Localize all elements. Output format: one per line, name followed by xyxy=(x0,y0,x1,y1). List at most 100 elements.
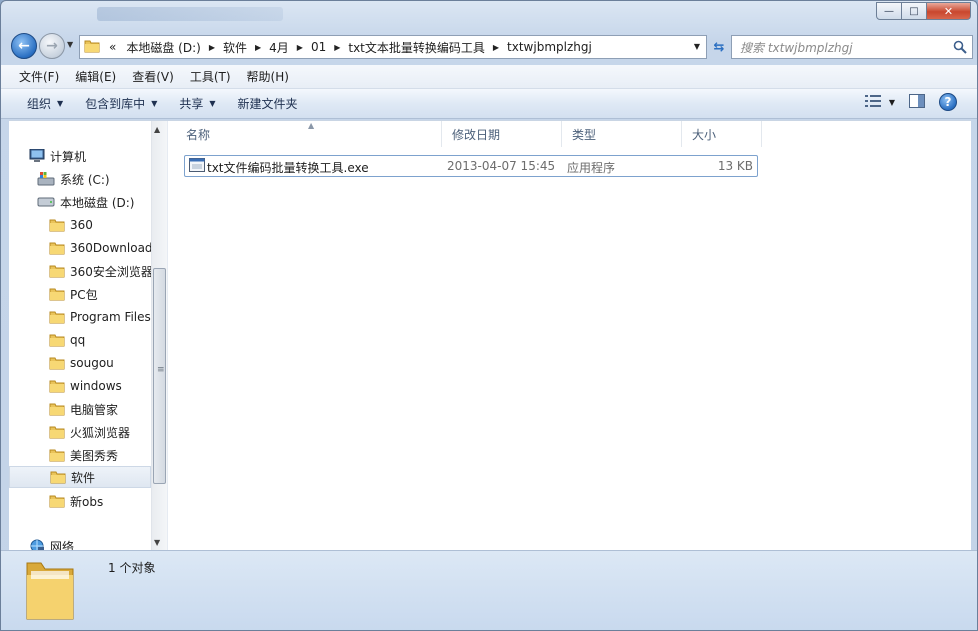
tree-item-label: 新obs xyxy=(70,494,104,509)
close-button[interactable]: ✕ xyxy=(927,2,971,20)
tree-item-folder-selected[interactable]: 软件 xyxy=(9,466,151,488)
menu-edit[interactable]: 编辑(E) xyxy=(67,66,124,87)
share-button[interactable]: 共享 ▼ xyxy=(171,92,223,115)
preview-pane-icon xyxy=(909,93,925,111)
organize-button[interactable]: 组织 ▼ xyxy=(19,92,71,115)
tree-item-label: qq xyxy=(70,333,86,347)
file-name: txt文件编码批量转换工具.exe xyxy=(207,161,369,175)
breadcrumb-overflow[interactable]: « xyxy=(104,40,121,54)
scroll-up-icon[interactable]: ▲ xyxy=(154,125,160,134)
tree-item-folder[interactable]: sougou xyxy=(49,352,114,374)
tree-item-label: 360Download xyxy=(70,241,151,255)
tree-item-label: 系统 (C:) xyxy=(60,172,110,187)
menu-file[interactable]: 文件(F) xyxy=(11,66,67,87)
back-button[interactable]: ← xyxy=(11,33,37,59)
column-header-modified[interactable]: 修改日期 xyxy=(442,121,562,147)
system-drive-icon xyxy=(37,172,55,186)
preview-pane-button[interactable] xyxy=(909,93,925,111)
history-dropdown-icon[interactable]: ▼ xyxy=(67,40,73,49)
tree-item-label: Program Files xyxy=(70,310,151,324)
tree-item-label: 软件 xyxy=(71,470,96,485)
column-header-type[interactable]: 类型 xyxy=(562,121,682,147)
tree-item-label: windows xyxy=(70,379,122,393)
breadcrumb-item[interactable]: 01 xyxy=(306,40,331,54)
view-controls: ▼ ? xyxy=(851,93,957,111)
tree-item-network[interactable]: 网络 xyxy=(29,535,74,551)
tree-item-label: 360安全浏览器 xyxy=(70,264,151,279)
refresh-button[interactable]: ⇆ xyxy=(709,35,729,59)
chevron-down-icon: ▼ xyxy=(209,99,216,108)
chevron-right-icon[interactable]: ▶ xyxy=(206,43,218,52)
address-dropdown-icon[interactable]: ▼ xyxy=(694,42,700,51)
folder-icon xyxy=(49,333,65,347)
change-view-button[interactable]: ▼ xyxy=(864,94,895,110)
breadcrumb-item[interactable]: 本地磁盘 (D:) xyxy=(121,39,205,56)
new-folder-button[interactable]: 新建文件夹 xyxy=(230,92,306,115)
tree-item-label: 网络 xyxy=(50,539,75,552)
tree-item-drive-c[interactable]: 系统 (C:) xyxy=(37,168,110,190)
tree-item-computer[interactable]: 计算机 xyxy=(29,145,86,167)
forward-button[interactable]: → xyxy=(39,33,65,59)
menu-tools[interactable]: 工具(T) xyxy=(182,66,239,87)
new-folder-label: 新建文件夹 xyxy=(237,97,298,111)
chevron-right-icon[interactable]: ▶ xyxy=(331,43,343,52)
tree-item-folder[interactable]: 电脑管家 xyxy=(49,398,118,420)
tree-item-label: 本地磁盘 (D:) xyxy=(60,195,135,210)
search-input[interactable]: 搜索 txtwjbmplzhgj xyxy=(740,39,853,56)
folder-icon xyxy=(50,470,66,484)
tree-item-label: sougou xyxy=(70,356,114,370)
column-header-size[interactable]: 大小 xyxy=(682,121,762,147)
scroll-down-icon[interactable]: ▼ xyxy=(154,538,160,547)
share-label: 共享 xyxy=(179,97,204,111)
breadcrumb-item[interactable]: 软件 xyxy=(218,39,252,56)
menu-view[interactable]: 查看(V) xyxy=(124,66,182,87)
breadcrumb-item[interactable]: 4月 xyxy=(264,39,294,56)
tree-item-drive-d[interactable]: 本地磁盘 (D:) xyxy=(37,191,134,213)
column-header-name[interactable]: 名称 xyxy=(176,121,442,147)
navigation-bar: ← → ▼ « 本地磁盘 (D:) ▶ 软件 ▶ 4月 ▶ 01 ▶ txt文本… xyxy=(9,31,973,61)
include-in-library-button[interactable]: 包含到库中 ▼ xyxy=(77,92,165,115)
help-icon[interactable]: ? xyxy=(939,93,957,111)
breadcrumb: « 本地磁盘 (D:) ▶ 软件 ▶ 4月 ▶ 01 ▶ txt文本批量转换编码… xyxy=(104,36,597,58)
chevron-right-icon[interactable]: ▶ xyxy=(252,43,264,52)
maximize-button[interactable]: □ xyxy=(902,2,927,20)
chevron-down-icon[interactable]: ▼ xyxy=(889,98,895,107)
window-title-area xyxy=(97,7,283,21)
tree-item-folder[interactable]: 美图秀秀 xyxy=(49,444,118,466)
folder-icon xyxy=(49,241,65,255)
navigation-scrollbar[interactable]: ▲ ≡ ▼ xyxy=(151,121,167,551)
tree-item-folder[interactable]: 360 xyxy=(49,214,93,236)
menu-help[interactable]: 帮助(H) xyxy=(239,66,297,87)
chevron-right-icon[interactable]: ▶ xyxy=(294,43,306,52)
minimize-button[interactable]: — xyxy=(876,2,902,20)
breadcrumb-item[interactable]: txtwjbmplzhgj xyxy=(502,40,597,54)
window-controls: — □ ✕ xyxy=(876,2,971,20)
address-bar[interactable]: « 本地磁盘 (D:) ▶ 软件 ▶ 4月 ▶ 01 ▶ txt文本批量转换编码… xyxy=(79,35,707,59)
file-list: ▲ 名称 修改日期 类型 大小 txt文件编码批量转换工具.exe 2013-0… xyxy=(167,121,971,551)
file-size: 13 KB xyxy=(717,159,753,173)
folder-icon xyxy=(49,379,65,393)
folder-icon xyxy=(49,218,65,232)
tree-item-folder[interactable]: 360安全浏览器 xyxy=(49,260,151,282)
scrollbar-thumb[interactable]: ≡ xyxy=(153,268,166,484)
tree-item-folder[interactable]: Program Files xyxy=(49,306,151,328)
search-box[interactable]: 搜索 txtwjbmplzhgj xyxy=(731,35,973,59)
chevron-right-icon[interactable]: ▶ xyxy=(490,43,502,52)
folder-icon xyxy=(49,310,65,324)
breadcrumb-item[interactable]: txt文本批量转换编码工具 xyxy=(343,39,490,56)
tree-item-folder[interactable]: 新obs xyxy=(49,490,103,512)
tree-item-label: 计算机 xyxy=(50,149,87,164)
tree-item-folder[interactable]: 火狐浏览器 xyxy=(49,421,130,443)
computer-icon xyxy=(29,149,45,163)
search-icon[interactable] xyxy=(953,40,967,54)
grip-icon: ≡ xyxy=(157,365,165,375)
table-row[interactable]: txt文件编码批量转换工具.exe 2013-04-07 15:45 应用程序 … xyxy=(184,155,758,177)
tree-item-folder[interactable]: PC包 xyxy=(49,283,98,305)
tree-item-folder[interactable]: qq xyxy=(49,329,85,351)
folder-icon xyxy=(49,264,65,278)
folder-icon xyxy=(49,402,65,416)
tree-item-folder[interactable]: windows xyxy=(49,375,122,397)
file-modified: 2013-04-07 15:45 xyxy=(447,159,556,173)
tree-item-folder[interactable]: 360Download xyxy=(49,237,151,259)
include-in-library-label: 包含到库中 xyxy=(85,97,146,111)
